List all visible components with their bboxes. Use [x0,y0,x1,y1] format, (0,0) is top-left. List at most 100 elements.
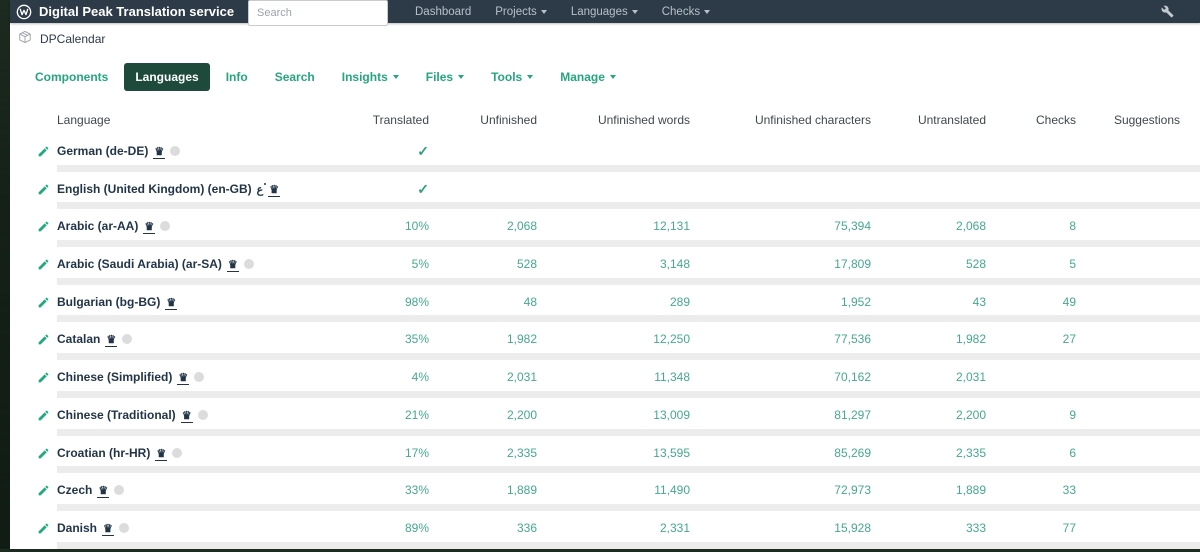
pencil-edit-icon[interactable] [37,522,50,540]
tab-tools[interactable]: Tools [480,63,544,91]
unfinished-cell[interactable]: 2,031 [429,370,537,385]
checks-cell[interactable]: 27 [986,332,1076,347]
translated-cell[interactable]: 17% [337,446,429,461]
unfinished-words-cell[interactable]: 13,595 [537,446,690,461]
column-header-suggestions[interactable]: Suggestions [1076,113,1200,137]
unfinished-characters-cell[interactable]: 1,952 [690,295,871,310]
translated-cell[interactable]: 35% [337,332,429,347]
translated-cell[interactable]: 10% [337,219,429,234]
unfinished-words-cell[interactable]: 3,148 [537,257,690,272]
unfinished-cell[interactable]: 336 [429,521,537,536]
pencil-edit-icon[interactable] [37,220,50,238]
column-header-checks[interactable]: Checks [986,113,1076,137]
checks-cell[interactable]: 77 [986,521,1076,536]
language-name-link[interactable]: Arabic (ar-AA) ♛ [57,219,337,235]
untranslated-cell[interactable]: 2,031 [871,370,986,385]
tab-info[interactable]: Info [215,63,259,91]
language-name-link[interactable]: Chinese (Traditional) ♛ [57,408,337,423]
pencil-edit-icon[interactable] [37,296,50,314]
untranslated-cell[interactable]: 2,200 [871,408,986,423]
search-input[interactable] [248,0,388,26]
translated-cell[interactable]: 89% [337,521,429,536]
column-header-unfinished-characters[interactable]: Unfinished characters [690,113,871,137]
unfinished-words-cell[interactable]: 2,331 [537,521,690,536]
unfinished-cell[interactable]: 1,889 [429,483,537,498]
untranslated-cell[interactable]: 43 [871,295,986,310]
translated-cell[interactable]: 98% [337,295,429,310]
translated-cell[interactable]: 4% [337,370,429,385]
wrench-icon[interactable] [1161,5,1174,23]
unfinished-cell[interactable]: 2,335 [429,446,537,461]
untranslated-cell[interactable]: 333 [871,521,986,536]
pencil-edit-icon[interactable] [37,484,50,502]
untranslated-cell[interactable]: 2,068 [871,219,986,234]
unfinished-words-cell[interactable]: 12,250 [537,332,690,347]
translated-cell[interactable]: ✓ [337,144,429,158]
untranslated-cell[interactable]: 2,335 [871,446,986,461]
language-name-link[interactable]: German (de-DE) ♛ [57,144,337,159]
unfinished-characters-cell[interactable]: 85,269 [690,446,871,461]
untranslated-cell[interactable]: 1,982 [871,332,986,347]
language-name-link[interactable]: Chinese (Simplified) ♛ [57,370,337,386]
language-name-link[interactable]: Czech ♛ [57,483,337,499]
checks-cell[interactable]: 5 [986,257,1076,272]
unfinished-cell[interactable]: 1,982 [429,332,537,347]
language-name-link[interactable]: English (United Kingdom) (en-GB) ع ♛ [57,182,337,198]
brand-link[interactable]: Digital Peak Translation service [16,4,234,20]
unfinished-characters-cell[interactable]: 72,973 [690,483,871,498]
column-header-unfinished[interactable]: Unfinished [429,113,537,137]
nav-item-checks[interactable]: Checks [662,6,711,18]
unfinished-words-cell[interactable]: 11,348 [537,370,690,385]
unfinished-words-cell[interactable]: 12,131 [537,219,690,234]
pencil-edit-icon[interactable] [37,183,50,201]
unfinished-cell[interactable]: 48 [429,295,537,310]
tab-components[interactable]: Components [24,63,119,91]
unfinished-cell[interactable]: 2,068 [429,219,537,234]
untranslated-cell[interactable]: 528 [871,257,986,272]
translated-cell[interactable]: 21% [337,408,429,423]
translated-cell[interactable]: ✓ [337,182,429,196]
unfinished-characters-cell[interactable]: 75,394 [690,219,871,234]
untranslated-cell[interactable]: 1,889 [871,483,986,498]
nav-item-projects[interactable]: Projects [495,6,547,18]
breadcrumb-project-link[interactable]: DPCalendar [40,32,105,46]
translated-cell[interactable]: 5% [337,257,429,272]
column-header-untranslated[interactable]: Untranslated [871,113,986,137]
pencil-edit-icon[interactable] [37,447,50,465]
unfinished-characters-cell[interactable]: 70,162 [690,370,871,385]
tab-insights[interactable]: Insights [331,63,410,91]
checks-cell[interactable]: 8 [986,219,1076,234]
unfinished-characters-cell[interactable]: 81,297 [690,408,871,423]
pencil-edit-icon[interactable] [37,409,50,427]
column-header-translated[interactable]: Translated [337,113,429,137]
unfinished-words-cell[interactable]: 289 [537,295,690,310]
nav-item-dashboard[interactable]: Dashboard [415,6,471,18]
language-name-link[interactable]: Arabic (Saudi Arabia) (ar-SA) ♛ [57,257,337,273]
language-name-link[interactable]: Croatian (hr-HR) ♛ [57,446,337,461]
tab-manage[interactable]: Manage [549,63,627,91]
translated-cell[interactable]: 33% [337,483,429,498]
unfinished-characters-cell[interactable]: 17,809 [690,257,871,272]
language-name-link[interactable]: Danish ♛ [57,521,337,536]
language-name-link[interactable]: Catalan ♛ [57,332,337,348]
pencil-edit-icon[interactable] [37,333,50,351]
unfinished-cell[interactable]: 2,200 [429,408,537,423]
column-header-language[interactable]: Language [57,113,337,137]
unfinished-words-cell[interactable]: 11,490 [537,483,690,498]
pencil-edit-icon[interactable] [37,258,50,276]
column-header-unfinished-words[interactable]: Unfinished words [537,113,690,137]
unfinished-characters-cell[interactable]: 15,928 [690,521,871,536]
nav-item-languages[interactable]: Languages [571,6,638,18]
checks-cell[interactable]: 49 [986,295,1076,310]
unfinished-characters-cell[interactable]: 77,536 [690,332,871,347]
pencil-edit-icon[interactable] [37,145,50,163]
checks-cell[interactable]: 9 [986,408,1076,423]
checks-cell[interactable]: 6 [986,446,1076,461]
unfinished-cell[interactable]: 528 [429,257,537,272]
tab-languages[interactable]: Languages [124,63,210,91]
language-name-link[interactable]: Bulgarian (bg-BG) ♛ [57,295,337,310]
checks-cell[interactable]: 33 [986,483,1076,498]
pencil-edit-icon[interactable] [37,371,50,389]
unfinished-words-cell[interactable]: 13,009 [537,408,690,423]
tab-search[interactable]: Search [264,63,326,91]
